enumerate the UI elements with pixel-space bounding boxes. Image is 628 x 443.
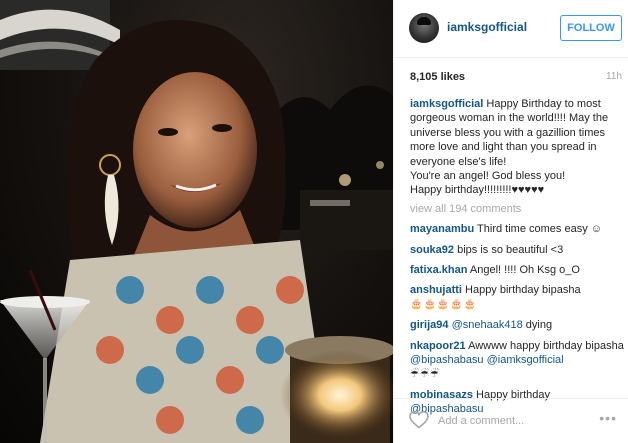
comment-item: girija94 @snehaak418 dying xyxy=(410,318,624,332)
post-header: iamksgofficial FOLLOW xyxy=(394,0,628,58)
comment-mention[interactable]: @iamksgofficial xyxy=(484,354,564,366)
comment-mention[interactable]: @bipashabasu xyxy=(410,354,484,366)
view-all-comments-link[interactable]: view all 194 comments xyxy=(410,202,624,216)
comment-username[interactable]: souka92 xyxy=(410,244,454,256)
comment-text: Happy birthday bipasha xyxy=(461,284,581,297)
comment-text: dying xyxy=(522,319,553,332)
heart-icon[interactable] xyxy=(409,411,429,429)
caption-text-3: Happy birthday!!!!!!!!!♥♥♥♥♥ xyxy=(410,184,545,197)
comment-username[interactable]: fatixa.khan xyxy=(410,264,467,276)
comment-emoji-row: 🎂🎂🎂🎂🎂 xyxy=(410,298,478,310)
comment-username[interactable]: mayanambu xyxy=(410,223,474,235)
comment-username[interactable]: anshujatti xyxy=(410,284,462,296)
more-options-icon[interactable]: ••• xyxy=(599,411,617,425)
caption-username[interactable]: iamksgofficial xyxy=(410,98,483,110)
add-comment-input[interactable] xyxy=(438,411,588,431)
post-photo[interactable] xyxy=(0,0,393,443)
comment-username[interactable]: nkapoor21 xyxy=(410,340,466,352)
likes-count[interactable]: 8,105 likes xyxy=(410,71,465,83)
caption-text-2: You're an angel! God bless you! xyxy=(410,170,566,183)
comments-section: iamksgofficial Happy Birthday to most go… xyxy=(410,97,624,423)
post-caption: iamksgofficial Happy Birthday to most go… xyxy=(410,97,624,198)
follow-button[interactable]: FOLLOW xyxy=(560,15,622,41)
comment-item: nkapoor21 Awwww happy birthday bipasha @… xyxy=(410,339,624,382)
comment-item: souka92 bips is so beautiful <3 xyxy=(410,243,624,257)
comment-username[interactable]: girija94 xyxy=(410,319,449,331)
comment-item: fatixa.khan Angel! !!!! Oh Ksg o_O xyxy=(410,263,624,277)
avatar[interactable] xyxy=(409,13,439,43)
comment-mention[interactable]: @snehaak418 xyxy=(449,319,523,331)
post-timestamp[interactable]: 11h xyxy=(606,71,622,82)
comment-emoji-row: ☔☔☔ xyxy=(410,368,440,380)
photo-illustration xyxy=(0,0,393,443)
comment-item: anshujatti Happy birthday bipasha 🎂🎂🎂🎂🎂 xyxy=(410,283,624,312)
post-author-username[interactable]: iamksgofficial xyxy=(447,20,527,34)
post-details-panel: iamksgofficial FOLLOW 8,105 likes 11h ia… xyxy=(393,0,628,443)
comment-footer: ••• xyxy=(394,398,628,443)
comment-text: Angel! !!!! Oh Ksg o_O xyxy=(467,264,580,277)
comment-text: Awwww happy birthday bipasha xyxy=(465,339,624,352)
comment-text: bips is so beautiful <3 xyxy=(454,243,564,256)
comment-item: mayanambu Third time comes easy ☺ xyxy=(410,222,624,236)
comment-text: Third time comes easy ☺ xyxy=(474,223,602,236)
